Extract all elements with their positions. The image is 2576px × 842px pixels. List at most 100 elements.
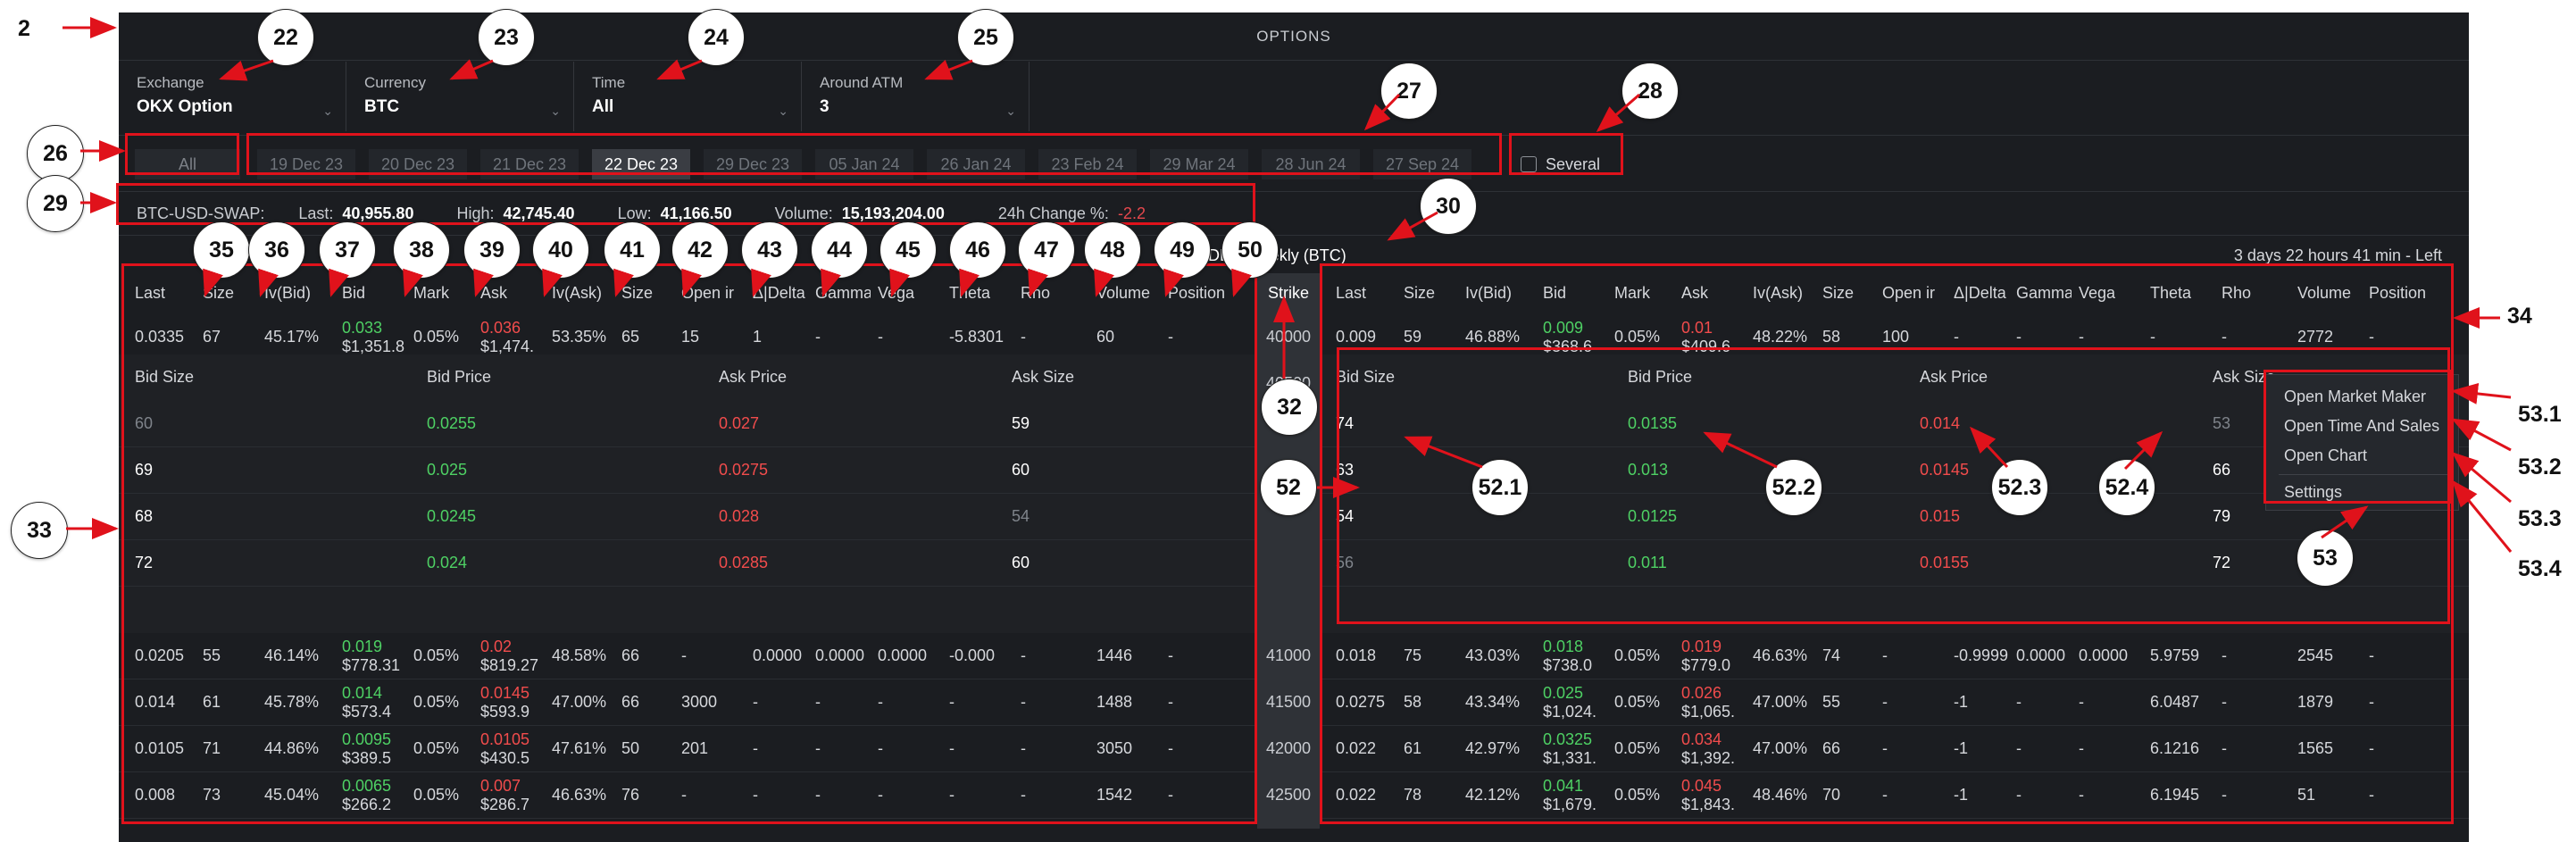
puts-gamma-cell: - — [2016, 693, 2022, 711]
puts-mark-cell: 0.05% — [1614, 739, 1661, 757]
calls-depth-ask-price: 0.0285 — [719, 554, 769, 571]
several-label: Several — [1546, 154, 1601, 173]
calls-ask-price: 0.036 — [480, 319, 521, 337]
puts-col-header: Position — [2369, 284, 2427, 302]
strike-cell[interactable]: 41000 — [1257, 646, 1320, 665]
date-button[interactable]: 22 Dec 23 — [592, 149, 690, 179]
callout-49: 49 — [1154, 221, 1211, 279]
puts-depth-bid-price: 0.0135 — [1628, 414, 1678, 432]
date-button[interactable]: 21 Dec 23 — [480, 149, 579, 179]
chevron-down-icon: ⌄ — [1005, 104, 1016, 118]
date-button[interactable]: 29 Dec 23 — [704, 149, 802, 179]
puts-delta-cell: -1 — [1954, 693, 1969, 711]
calls-iv_ask-cell: 46.63% — [552, 786, 607, 804]
strike-cell[interactable]: 41500 — [1257, 693, 1320, 712]
calls-theta-cell: -5.8301 — [949, 328, 1005, 346]
puts-mark-cell: 0.05% — [1614, 693, 1661, 711]
currency-select[interactable]: Currency BTC ⌄ — [346, 62, 574, 131]
puts-row[interactable]: 0.018 75 43.03% 0.018 $738.0 0.05% 0.019 $779.0… — [1320, 633, 2469, 679]
menu-item-open-market-maker[interactable]: Open Market Maker — [2284, 388, 2426, 406]
calls-depth-row[interactable]: 60 0.0255 0.027 59 — [119, 401, 1257, 447]
calls-size-cell: 67 — [203, 328, 221, 346]
strike-cell[interactable]: 42000 — [1257, 739, 1320, 758]
puts-ask-cell: 0.034 $1,392. — [1681, 730, 1746, 768]
calls-position-cell: - — [1168, 328, 1173, 346]
calls-depth-row[interactable]: 72 0.024 0.0285 60 — [119, 540, 1257, 587]
date-button[interactable]: 27 Sep 24 — [1373, 149, 1471, 179]
symbol-label: BTC-USD-SWAP: — [137, 204, 265, 222]
callout-34: 34 — [2507, 304, 2532, 329]
calls-delta-cell: - — [753, 693, 758, 711]
last-label: Last: — [298, 204, 334, 222]
date-button[interactable]: 19 Dec 23 — [257, 149, 355, 179]
calls-ask-cell: 0.0105 $430.5 — [480, 730, 545, 768]
high-label: High: — [456, 204, 495, 222]
exchange-select[interactable]: Exchange OKX Option ⌄ — [119, 62, 346, 131]
puts-depth-ask-size: 72 — [2213, 554, 2231, 571]
puts-col-header: Iv(Bid) — [1465, 284, 1513, 302]
puts-ask-price: 0.026 — [1681, 684, 1722, 702]
puts-depth-bid-price: 0.013 — [1628, 461, 1669, 479]
menu-item-settings[interactable]: Settings — [2284, 483, 2342, 502]
puts-vega-cell: - — [2079, 786, 2084, 804]
calls-row[interactable]: 0.0105 71 44.86% 0.0095 $389.5 0.05% 0.0105 $43… — [119, 726, 1257, 772]
date-button[interactable]: 28 Jun 24 — [1262, 149, 1360, 179]
puts-size-cell: 78 — [1404, 786, 1422, 804]
callout-45: 45 — [880, 221, 937, 279]
strike-cell[interactable]: 40000 — [1257, 328, 1320, 346]
date-button[interactable]: 26 Jan 24 — [927, 149, 1025, 179]
last-value: 40,955.80 — [342, 204, 414, 222]
puts-ask-usd: $1,392. — [1681, 749, 1736, 767]
callout-52.2: 52.2 — [1765, 459, 1822, 516]
puts-delta-cell: -1 — [1954, 739, 1969, 757]
around-atm-select[interactable]: Around ATM 3 ⌄ — [802, 62, 1030, 131]
calls-mark-cell: 0.05% — [413, 646, 460, 664]
calls-col-header: Position — [1168, 284, 1226, 302]
puts-gamma-cell: 0.0000 — [2016, 646, 2066, 664]
calls-last-cell: 0.014 — [135, 693, 176, 711]
puts-row[interactable]: 0.022 61 42.97% 0.0325 $1,331. 0.05% 0.034 $1,3… — [1320, 726, 2469, 772]
puts-col-header: Iv(Ask) — [1753, 284, 1803, 302]
puts-row[interactable]: 0.0275 58 43.34% 0.025 $1,024. 0.05% 0.026 $1,0… — [1320, 679, 2469, 726]
menu-item-open-chart[interactable]: Open Chart — [2284, 446, 2367, 465]
date-button[interactable]: 20 Dec 23 — [369, 149, 467, 179]
calls-size2-cell: 50 — [621, 739, 640, 757]
strike-cell[interactable]: 42500 — [1257, 786, 1320, 804]
context-menu: Open Market Maker Open Time And Sales Op… — [2265, 374, 2459, 511]
calls-row[interactable]: 0.014 61 45.78% 0.014 $573.4 0.05% 0.0145 $593.… — [119, 679, 1257, 726]
annotated-screenshot: OPTIONS Exchange OKX Option ⌄ Currency B… — [0, 0, 2576, 842]
several-checkbox[interactable]: Several — [1521, 149, 1600, 179]
calls-depth-bid-price: 0.024 — [427, 554, 468, 571]
date-button[interactable]: 23 Feb 24 — [1038, 149, 1137, 179]
callout-43: 43 — [741, 221, 798, 279]
checkbox-icon — [1521, 156, 1537, 172]
date-button[interactable]: 05 Jan 24 — [815, 149, 913, 179]
calls-depth-col-header: Ask Price — [719, 368, 788, 386]
calls-theta-cell: - — [949, 739, 955, 757]
puts-gamma-cell: - — [2016, 328, 2022, 346]
calls-row[interactable]: 0.0205 55 46.14% 0.019 $778.31 0.05% 0.02 $819.… — [119, 633, 1257, 679]
menu-item-open-time-and-sales[interactable]: Open Time And Sales — [2284, 417, 2439, 436]
calls-depth-row[interactable]: 69 0.025 0.0275 60 — [119, 447, 1257, 494]
time-select[interactable]: Time All ⌄ — [574, 62, 802, 131]
puts-row[interactable]: 0.022 78 42.12% 0.041 $1,679. 0.05% 0.045 $1,84… — [1320, 772, 2469, 819]
puts-ask-usd: $1,065. — [1681, 703, 1736, 721]
calls-iv_bid-cell: 45.78% — [264, 693, 320, 711]
calls-vega-cell: 0.0000 — [878, 646, 928, 664]
puts-theta-cell: 6.1216 — [2150, 739, 2200, 757]
puts-position-cell: - — [2369, 739, 2374, 757]
calls-gamma-cell: - — [815, 786, 821, 804]
calls-depth-row[interactable]: 68 0.0245 0.028 54 — [119, 494, 1257, 540]
all-dates-button[interactable]: All — [135, 149, 240, 179]
calls-col-header: Last — [135, 284, 166, 302]
puts-bid-price: 0.025 — [1543, 684, 1584, 702]
date-button[interactable]: 29 Mar 24 — [1150, 149, 1248, 179]
calls-row[interactable]: 0.008 73 45.04% 0.0065 $266.2 0.05% 0.007 $286.… — [119, 772, 1257, 819]
menu-divider — [2279, 474, 2451, 475]
callout-39: 39 — [463, 221, 521, 279]
calls-depth-ask-size: 60 — [1012, 554, 1030, 571]
calls-bid-price: 0.014 — [342, 684, 383, 702]
puts-last-cell: 0.018 — [1336, 646, 1377, 664]
puts-bid-cell: 0.025 $1,024. — [1543, 684, 1607, 721]
puts-bid-price: 0.018 — [1543, 638, 1584, 655]
